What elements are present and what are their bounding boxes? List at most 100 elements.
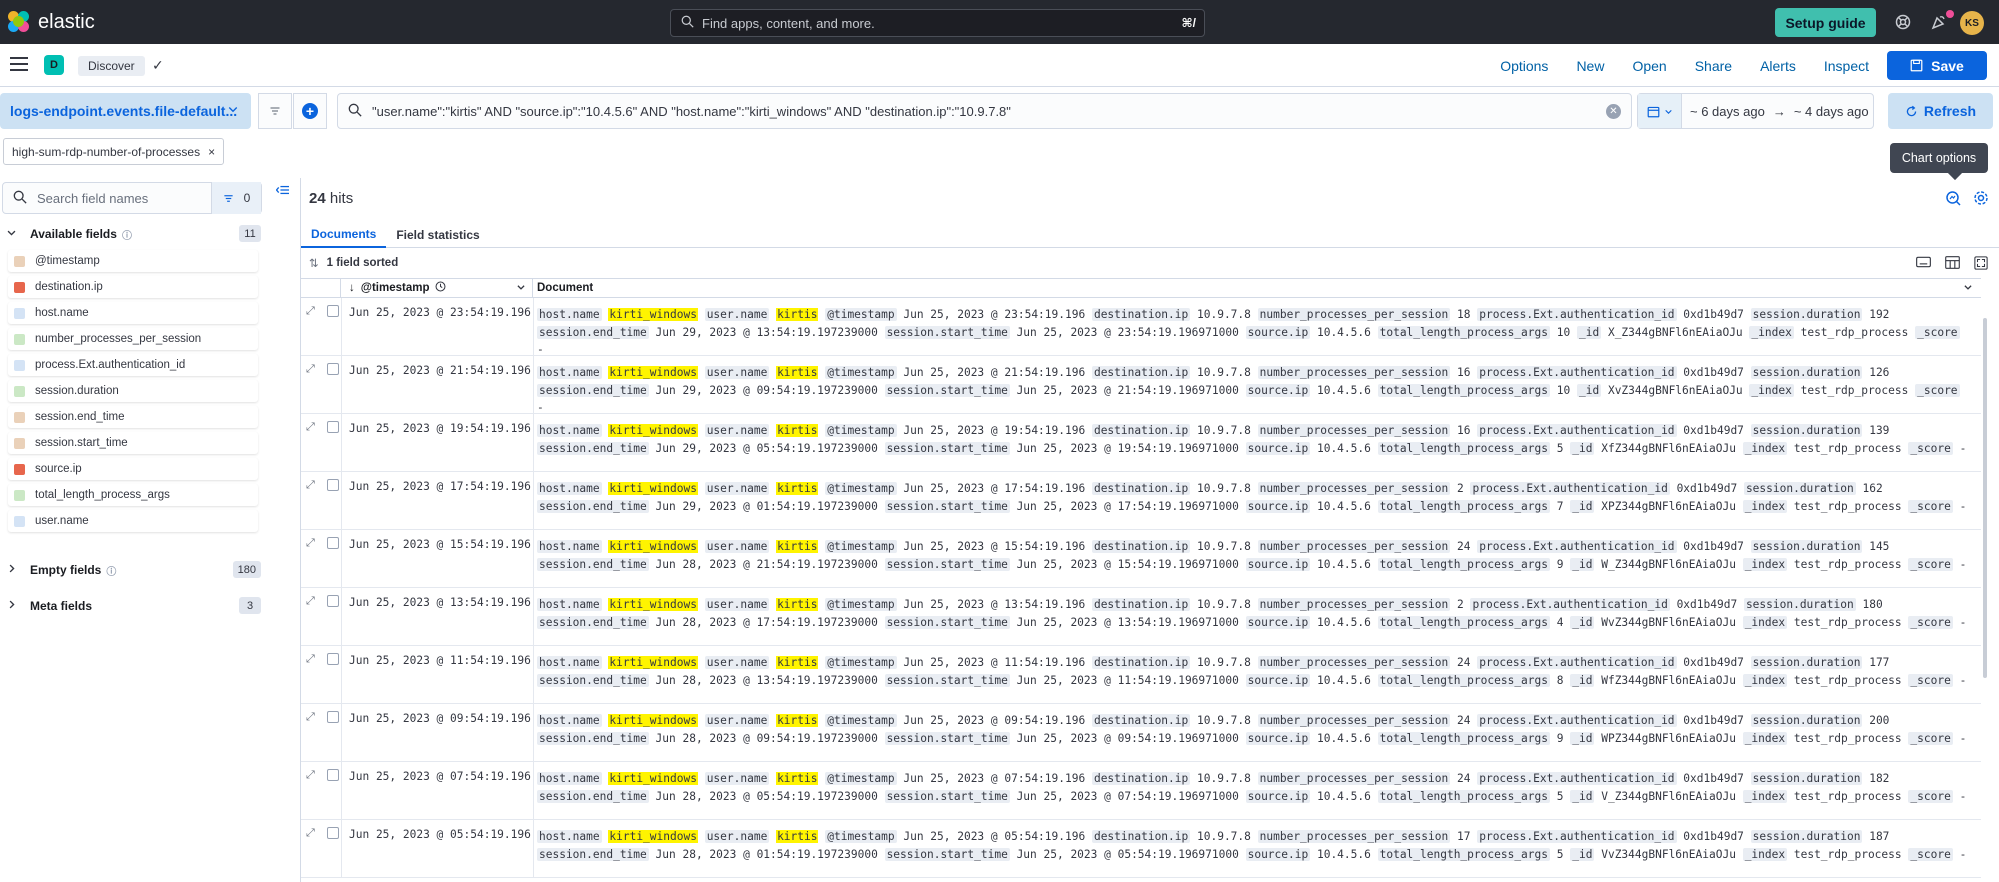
row-checkbox[interactable]: [327, 479, 339, 491]
field-item[interactable]: session.end_time: [8, 406, 258, 428]
highlighted-value: kirtis: [776, 482, 819, 495]
field-item[interactable]: host.name: [8, 302, 258, 324]
help-icon[interactable]: [1893, 12, 1913, 32]
field-value: 5: [1556, 441, 1564, 455]
tab-field-statistics[interactable]: Field statistics: [386, 222, 489, 248]
info-icon[interactable]: ⓘ: [106, 563, 116, 578]
user-avatar[interactable]: KS: [1960, 11, 1984, 35]
grid-scrollbar[interactable]: [1983, 318, 1987, 678]
expand-row-icon[interactable]: ⤢: [306, 420, 315, 434]
table-row[interactable]: ⤢ Jun 25, 2023 @ 09:54:19.196 host.name ki…: [301, 704, 1981, 762]
keyboard-icon[interactable]: [1916, 256, 1931, 273]
empty-fields-toggle[interactable]: Empty fields ⓘ 180: [6, 560, 261, 580]
table-row[interactable]: ⤢ Jun 25, 2023 @ 17:54:19.196 host.name ki…: [301, 472, 1981, 530]
row-checkbox[interactable]: [327, 769, 339, 781]
table-row[interactable]: ⤢ Jun 25, 2023 @ 21:54:19.196 host.name ki…: [301, 356, 1981, 414]
table-row[interactable]: ⤢ Jun 25, 2023 @ 11:54:19.196 host.name ki…: [301, 646, 1981, 704]
table-row[interactable]: ⤢ Jun 25, 2023 @ 23:54:19.196 host.name ki…: [301, 298, 1981, 356]
field-item[interactable]: @timestamp: [8, 250, 258, 272]
options-link[interactable]: Options: [1500, 58, 1548, 74]
menu-icon[interactable]: [10, 57, 28, 73]
expand-row-icon[interactable]: ⤢: [306, 304, 315, 318]
field-value: Jun 25, 2023 @ 11:54:19.196: [903, 656, 1086, 669]
document-column-header[interactable]: Document: [533, 282, 593, 294]
row-checkbox[interactable]: [327, 827, 339, 839]
query-input[interactable]: "user.name":"kirtis" AND "source.ip":"10…: [337, 93, 1632, 129]
table-row[interactable]: ⤢ Jun 25, 2023 @ 05:54:19.196 host.name ki…: [301, 820, 1981, 878]
refresh-icon: [1906, 105, 1917, 116]
row-checkbox[interactable]: [327, 653, 339, 665]
field-item[interactable]: number_processes_per_session: [8, 328, 258, 350]
date-end[interactable]: ~ 4 days ago: [1794, 104, 1869, 119]
chevron-down-icon[interactable]: [1963, 282, 1973, 295]
table-density-icon[interactable]: [1945, 256, 1960, 273]
quick-select-button[interactable]: [1638, 94, 1682, 128]
field-key: @timestamp: [825, 714, 897, 727]
clear-icon[interactable]: ✕: [1606, 104, 1621, 119]
elastic-logo[interactable]: elastic: [8, 11, 95, 34]
table-row[interactable]: ⤢ Jun 25, 2023 @ 13:54:19.196 host.name ki…: [301, 588, 1981, 646]
timestamp-column-header[interactable]: ↓ @timestamp: [341, 278, 533, 298]
field-search-input[interactable]: Search field names 0: [2, 182, 262, 214]
available-fields-toggle[interactable]: Available fields ⓘ 11: [6, 224, 261, 244]
tab-documents[interactable]: Documents: [301, 222, 387, 248]
chevron-down-icon[interactable]: [516, 282, 526, 295]
date-start[interactable]: ~ 6 days ago: [1690, 104, 1765, 119]
data-view-picker[interactable]: logs-endpoint.events.file-default...: [0, 93, 251, 129]
date-picker[interactable]: ~ 6 days ago → ~ 4 days ago: [1637, 93, 1874, 129]
row-checkbox[interactable]: [327, 305, 339, 317]
row-checkbox[interactable]: [327, 711, 339, 723]
open-link[interactable]: Open: [1632, 58, 1666, 74]
field-item[interactable]: user.name: [8, 510, 258, 532]
refresh-button[interactable]: Refresh: [1888, 93, 1993, 129]
cell-divider: [341, 298, 342, 356]
field-filter-button[interactable]: 0: [211, 182, 261, 214]
save-button[interactable]: Save: [1887, 51, 1987, 80]
fullscreen-icon[interactable]: [1974, 256, 1988, 273]
filter-menu-button[interactable]: [258, 93, 292, 129]
expand-row-icon[interactable]: ⤢: [306, 710, 315, 724]
inspect-link[interactable]: Inspect: [1824, 58, 1869, 74]
expand-row-icon[interactable]: ⤢: [306, 362, 315, 376]
global-search-input[interactable]: Find apps, content, and more. ⌘/: [670, 9, 1205, 37]
field-item[interactable]: session.duration: [8, 380, 258, 402]
field-item[interactable]: process.Ext.authentication_id: [8, 354, 258, 376]
row-checkbox[interactable]: [327, 537, 339, 549]
field-item[interactable]: destination.ip: [8, 276, 258, 298]
row-checkbox[interactable]: [327, 421, 339, 433]
expand-row-icon[interactable]: ⤢: [306, 768, 315, 782]
field-key: session.duration: [1750, 714, 1863, 727]
table-row[interactable]: ⤢ Jun 25, 2023 @ 19:54:19.196 host.name ki…: [301, 414, 1981, 472]
setup-guide-button[interactable]: Setup guide: [1775, 8, 1876, 37]
meta-fields-toggle[interactable]: Meta fields 3: [6, 596, 261, 616]
share-link[interactable]: Share: [1695, 58, 1732, 74]
field-item[interactable]: total_length_process_args: [8, 484, 258, 506]
expand-row-icon[interactable]: ⤢: [306, 536, 315, 550]
new-link[interactable]: New: [1576, 58, 1604, 74]
info-icon[interactable]: ⓘ: [122, 227, 132, 242]
elastic-logo-icon: [8, 11, 30, 33]
row-checkbox[interactable]: [327, 363, 339, 375]
filter-pill[interactable]: high-sum-rdp-number-of-processes ×: [3, 138, 225, 165]
row-checkbox[interactable]: [327, 595, 339, 607]
search-session-icon[interactable]: [1945, 190, 1961, 209]
close-icon[interactable]: ×: [208, 145, 215, 159]
alerts-link[interactable]: Alerts: [1760, 58, 1796, 74]
space-avatar[interactable]: D: [44, 55, 64, 75]
field-key: process.Ext.authentication_id: [1477, 714, 1677, 727]
gear-icon[interactable]: [1973, 190, 1989, 209]
table-row[interactable]: ⤢ Jun 25, 2023 @ 07:54:19.196 host.name ki…: [301, 762, 1981, 820]
sort-summary-button[interactable]: 1 field sorted: [327, 257, 399, 269]
available-fields-label: Available fields: [30, 227, 117, 241]
field-key: _index: [1742, 557, 1788, 571]
field-item[interactable]: source.ip: [8, 458, 258, 480]
collapse-sidebar-icon[interactable]: [275, 183, 290, 199]
expand-row-icon[interactable]: ⤢: [306, 826, 315, 840]
breadcrumb-discover[interactable]: Discover: [78, 56, 145, 76]
expand-row-icon[interactable]: ⤢: [306, 594, 315, 608]
expand-row-icon[interactable]: ⤢: [306, 652, 315, 666]
field-item[interactable]: session.start_time: [8, 432, 258, 454]
table-row[interactable]: ⤢ Jun 25, 2023 @ 15:54:19.196 host.name ki…: [301, 530, 1981, 588]
add-filter-button[interactable]: +: [293, 93, 327, 129]
expand-row-icon[interactable]: ⤢: [306, 478, 315, 492]
